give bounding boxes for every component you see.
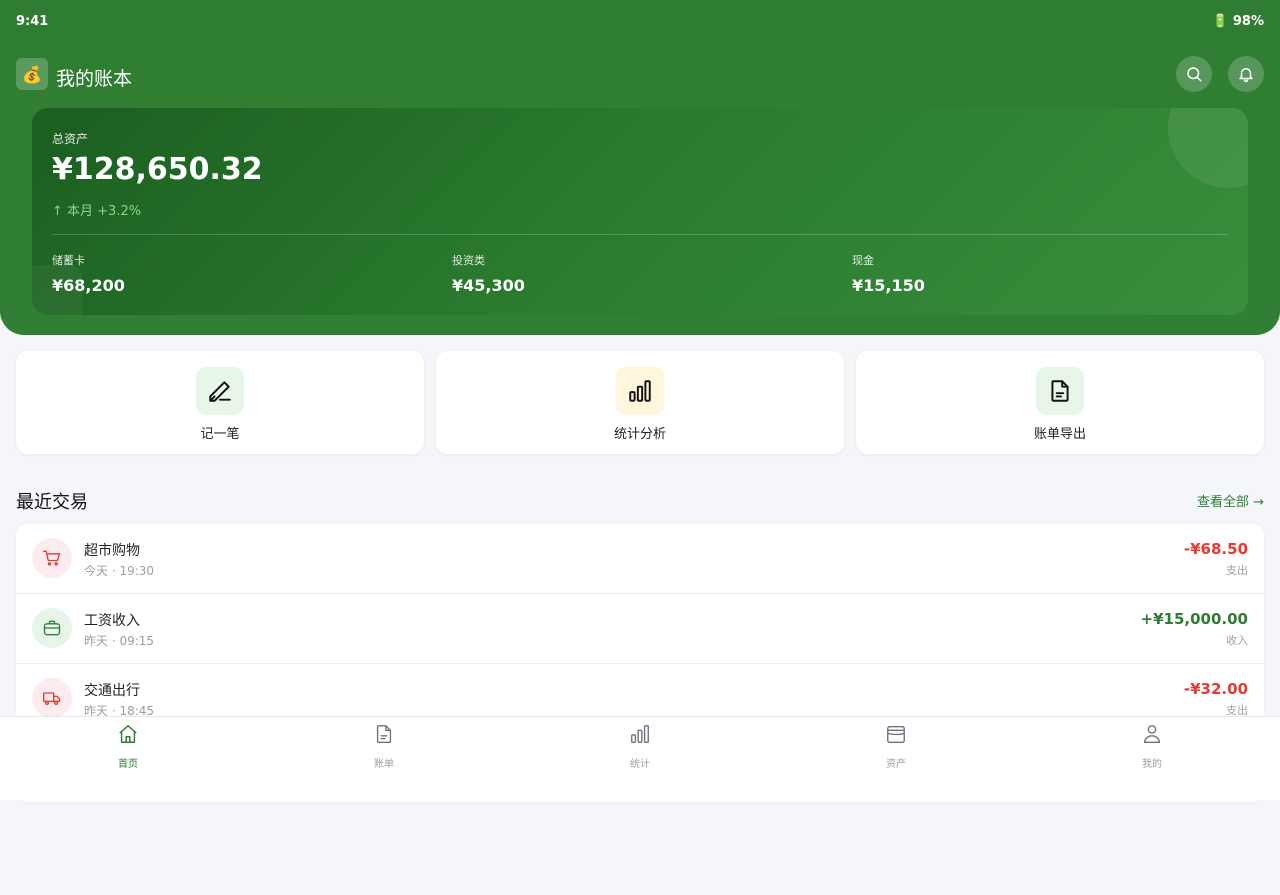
bar-chart-icon xyxy=(616,367,664,415)
truck-icon xyxy=(32,678,72,718)
sub-asset-value: ¥45,300 xyxy=(452,276,525,295)
transaction-title: 工资收入 xyxy=(84,613,140,629)
pencil-icon xyxy=(196,367,244,415)
bill-icon xyxy=(376,725,392,743)
sub-asset-label: 储蓄卡 xyxy=(52,254,85,267)
app-title: 我的账本 xyxy=(56,68,133,90)
sub-asset-label: 投资类 xyxy=(452,254,485,267)
status-battery: 🔋 98% xyxy=(1212,14,1264,29)
sub-asset-label: 现金 xyxy=(852,254,874,267)
nav-label: 我的 xyxy=(1142,759,1162,770)
view-all-link[interactable]: 查看全部 → xyxy=(1197,491,1264,510)
wallet-icon xyxy=(887,725,905,743)
nav-item-home[interactable]: 首页 xyxy=(88,723,168,770)
nav-item-assets[interactable]: 资产 xyxy=(856,723,936,770)
search-icon xyxy=(1187,67,1202,82)
header: 9:41 🔋 98% 💰 我的账本 总资产 ¥128,650.32 ↑ 本月 +… xyxy=(0,0,1280,335)
transaction-type: 收入 xyxy=(1226,634,1248,647)
transaction-type: 支出 xyxy=(1226,564,1248,577)
divider xyxy=(52,234,1228,235)
status-time: 9:41 xyxy=(16,14,49,29)
decorative-circle xyxy=(1168,108,1248,188)
document-icon xyxy=(1036,367,1084,415)
sub-asset-value: ¥15,150 xyxy=(852,276,925,295)
quick-action-label: 账单导出 xyxy=(1033,427,1086,442)
quick-action-label: 记一笔 xyxy=(200,427,240,442)
sub-asset-cash: 现金 ¥15,150 xyxy=(852,252,925,295)
asset-total: ¥128,650.32 xyxy=(52,152,263,187)
chart-icon xyxy=(631,725,649,743)
bottom-nav: 首页 账单 统计 资产 我的 xyxy=(0,716,1280,800)
nav-label: 统计 xyxy=(630,759,650,770)
asset-change: ↑ 本月 +3.2% xyxy=(52,204,142,219)
quick-action-statistics[interactable]: 统计分析 xyxy=(436,351,844,454)
nav-item-profile[interactable]: 我的 xyxy=(1112,723,1192,770)
transaction-row[interactable]: 超市购物 今天 · 19:30 -¥68.50 支出 xyxy=(16,524,1264,594)
sub-asset-value: ¥68,200 xyxy=(52,276,125,295)
quick-action-label: 统计分析 xyxy=(613,427,666,442)
transaction-amount: -¥68.50 xyxy=(1183,540,1248,558)
nav-item-statistics[interactable]: 统计 xyxy=(600,723,680,770)
cart-icon xyxy=(32,538,72,578)
bell-icon xyxy=(1239,68,1253,83)
sub-asset-investment: 投资类 ¥45,300 xyxy=(452,252,525,295)
nav-label: 资产 xyxy=(886,759,906,770)
quick-action-export[interactable]: 账单导出 xyxy=(856,351,1264,454)
home-icon xyxy=(119,725,137,743)
transaction-row[interactable]: 工资收入 昨天 · 09:15 +¥15,000.00 收入 xyxy=(16,594,1264,664)
transaction-amount: +¥15,000.00 xyxy=(1140,610,1248,628)
transaction-time: 今天 · 19:30 xyxy=(84,564,155,578)
section-title: 最近交易 xyxy=(16,492,88,513)
transaction-title: 交通出行 xyxy=(84,683,140,699)
user-icon xyxy=(1143,725,1161,743)
nav-label: 首页 xyxy=(118,759,138,770)
quick-action-add-record[interactable]: 记一笔 xyxy=(16,351,424,454)
transaction-time: 昨天 · 09:15 xyxy=(84,634,155,648)
briefcase-icon xyxy=(32,608,72,648)
notification-button[interactable] xyxy=(1228,56,1264,92)
asset-card[interactable]: 总资产 ¥128,650.32 ↑ 本月 +3.2% 储蓄卡 ¥68,200 投… xyxy=(32,108,1248,315)
transaction-amount: -¥32.00 xyxy=(1183,680,1248,698)
search-button[interactable] xyxy=(1176,56,1212,92)
sub-asset-savings: 储蓄卡 ¥68,200 xyxy=(52,252,125,295)
nav-item-bills[interactable]: 账单 xyxy=(344,723,424,770)
asset-label: 总资产 xyxy=(52,132,89,146)
app-logo-icon: 💰 xyxy=(16,58,48,90)
transaction-title: 超市购物 xyxy=(84,543,140,559)
nav-label: 账单 xyxy=(374,759,394,770)
